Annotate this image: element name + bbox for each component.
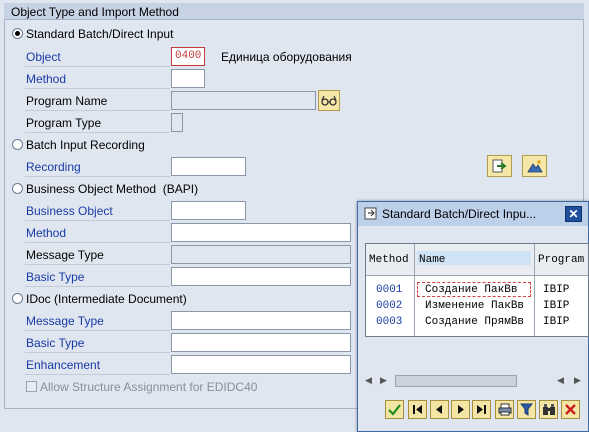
program-name-field: [171, 91, 316, 110]
filter-button[interactable]: [517, 400, 536, 419]
table-row[interactable]: 0001 Создание ПакВв IBIP: [366, 282, 588, 298]
bapi-message-type-field: [171, 245, 351, 264]
allow-structure-assignment-label: Allow Structure Assignment for EDIDC40: [40, 380, 258, 394]
next-page-icon: [458, 405, 464, 414]
first-page-button[interactable]: [408, 400, 427, 419]
business-object-field[interactable]: [171, 201, 246, 220]
recording-label: Recording: [26, 160, 81, 174]
methods-table: Method Name Program 0001 Создание ПакВв …: [365, 243, 589, 337]
dialog-window-icon: [364, 207, 377, 220]
radio-bapi[interactable]: Business Object Method (BAPI): [12, 182, 198, 196]
radio-idoc-label: IDoc (Intermediate Document): [26, 292, 187, 306]
checkbox-icon: [26, 381, 37, 392]
cancel-icon: [565, 404, 576, 415]
radio-standard-batch-label: Standard Batch/Direct Input: [26, 27, 174, 41]
enhancement-field[interactable]: [171, 355, 351, 374]
idoc-message-type-label: Message Type: [26, 314, 104, 328]
allow-structure-assignment: Allow Structure Assignment for EDIDC40: [26, 380, 257, 394]
recording-field[interactable]: [171, 157, 246, 176]
idoc-basic-type-field[interactable]: [171, 333, 351, 352]
object-label: Object: [26, 50, 61, 64]
confirm-button[interactable]: [385, 400, 404, 419]
last-page-button[interactable]: [472, 400, 491, 419]
column-header-method[interactable]: Method: [366, 244, 415, 275]
radio-button-icon[interactable]: [12, 139, 23, 150]
idoc-message-type-underline: [25, 330, 170, 331]
last-page-icon: [477, 405, 486, 414]
bapi-message-type-label: Message Type: [26, 248, 104, 262]
object-underline: [25, 66, 170, 67]
program-search-button[interactable]: [318, 90, 340, 111]
mountain-icon: [526, 160, 543, 173]
program-type-underline: [25, 132, 170, 133]
bapi-message-type-underline: [25, 264, 170, 265]
table-row[interactable]: 0002 Изменение ПакВв IBIP: [366, 298, 588, 314]
print-button[interactable]: [495, 400, 514, 419]
business-object-underline: [25, 220, 170, 221]
idoc-message-type-field[interactable]: [171, 311, 351, 330]
horizontal-scrollbar-thumb[interactable]: [395, 375, 517, 387]
radio-button-icon[interactable]: [12, 183, 23, 194]
group-title: Object Type and Import Method: [4, 3, 584, 20]
enhancement-underline: [25, 374, 170, 375]
bapi-method-field[interactable]: [171, 223, 351, 242]
radio-button-icon[interactable]: [12, 28, 23, 39]
first-page-icon: [413, 405, 422, 414]
method-field[interactable]: [171, 69, 205, 88]
idoc-basic-type-label: Basic Type: [26, 336, 85, 350]
previous-page-button[interactable]: [430, 400, 449, 419]
column-header-program[interactable]: Program: [535, 244, 588, 275]
bapi-basic-type-label: Basic Type: [26, 270, 85, 284]
program-type-label: Program Type: [26, 116, 102, 130]
dialog-title: Standard Batch/Direct Inpu...: [358, 202, 588, 226]
bapi-basic-type-underline: [25, 286, 170, 287]
close-icon[interactable]: ✕: [565, 206, 582, 222]
object-description: Единица оборудования: [221, 50, 352, 64]
bapi-method-label: Method: [26, 226, 67, 240]
arrow-right-icon: [492, 159, 507, 173]
binoculars-icon: [542, 404, 555, 415]
scroll-right-icon[interactable]: ▶: [380, 375, 387, 386]
column-header-name[interactable]: Name: [415, 244, 535, 275]
bapi-method-underline: [25, 242, 170, 243]
cancel-button[interactable]: [561, 400, 580, 419]
enhancement-label: Enhancement: [26, 358, 101, 372]
business-object-label: Business Object: [26, 204, 113, 218]
program-name-underline: [25, 110, 170, 111]
idoc-basic-type-underline: [25, 352, 170, 353]
radio-idoc[interactable]: IDoc (Intermediate Document): [12, 292, 187, 306]
radio-batch-input-recording-label: Batch Input Recording: [26, 138, 145, 152]
find-button[interactable]: [539, 400, 558, 419]
recording-underline: [25, 176, 170, 177]
scroll-right-icon[interactable]: ▶: [574, 375, 581, 386]
program-type-field: [171, 113, 183, 132]
radio-button-icon[interactable]: [12, 293, 23, 304]
table-row[interactable]: 0003 Создание ПрямВв IBIP: [366, 314, 588, 330]
radio-bapi-label: Business Object Method (BAPI): [26, 182, 199, 196]
previous-page-icon: [436, 405, 442, 414]
checkmark-icon: [388, 403, 401, 416]
recording-overview-button[interactable]: [522, 155, 547, 177]
method-label: Method: [26, 72, 67, 86]
next-page-button[interactable]: [451, 400, 470, 419]
radio-batch-input-recording[interactable]: Batch Input Recording: [12, 138, 145, 152]
filter-icon: [520, 403, 533, 416]
object-field[interactable]: 0400: [171, 47, 205, 66]
scroll-left-icon[interactable]: ◀: [365, 375, 372, 386]
scroll-left-icon[interactable]: ◀: [557, 375, 564, 386]
recording-navigate-button[interactable]: [487, 155, 512, 177]
program-name-label: Program Name: [26, 94, 108, 108]
bapi-basic-type-field[interactable]: [171, 267, 351, 286]
method-underline: [25, 88, 170, 89]
print-icon: [498, 403, 511, 416]
glasses-icon: [321, 95, 337, 106]
radio-standard-batch[interactable]: Standard Batch/Direct Input: [12, 27, 173, 41]
